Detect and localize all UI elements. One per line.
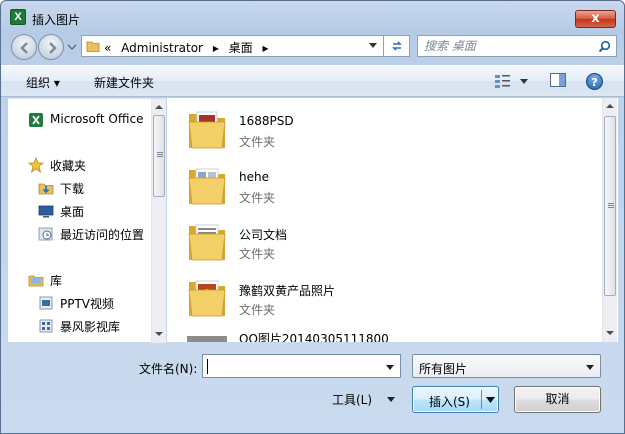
organize-button[interactable]: 组织 ▾: [26, 74, 60, 91]
scroll-up-arrow-icon[interactable]: [155, 105, 163, 109]
file-type: 文件夹: [239, 135, 276, 149]
breadcrumb-desktop[interactable]: 桌面: [229, 41, 253, 55]
split-divider: [481, 390, 482, 409]
refresh-icon: [392, 41, 402, 51]
change-view-icon[interactable]: [493, 73, 513, 89]
excel-icon: [29, 113, 43, 127]
file-list-scrollbar[interactable]: [602, 98, 617, 342]
window-title: 插入图片: [32, 13, 81, 27]
scroll-thumb[interactable]: [153, 115, 165, 197]
scroll-down-arrow-icon[interactable]: [155, 332, 163, 336]
image-thumbnail: [187, 336, 227, 342]
file-name: 公司文档: [239, 228, 288, 242]
list-item[interactable]: OO图片20140305111800: [187, 330, 567, 342]
tools-button[interactable]: 工具(L): [332, 391, 372, 408]
nav-item-label: PPTV视频: [60, 297, 115, 311]
list-item[interactable]: 公司文档 文件夹: [187, 218, 567, 270]
star-icon: [28, 157, 44, 173]
refresh-button[interactable]: [384, 35, 410, 57]
search-icon[interactable]: [598, 40, 611, 53]
file-type-select[interactable]: 所有图片: [412, 354, 601, 378]
folder-thumbnail-icon: [188, 111, 226, 149]
folder-thumbnail-icon: [188, 224, 226, 261]
file-type: 文件夹: [239, 303, 276, 317]
title-bar: X 插入图片 x: [1, 1, 624, 31]
forward-button[interactable]: [38, 34, 64, 60]
file-name: OO图片20140305111800: [239, 332, 389, 342]
list-item[interactable]: 豫鹤双黄产品照片 文件夹: [187, 274, 567, 326]
breadcrumb-separator[interactable]: ▸: [213, 41, 219, 55]
recent-places-icon: [38, 227, 53, 241]
list-item[interactable]: hehe 文件夹: [187, 162, 567, 214]
video-library-icon: [39, 296, 53, 310]
scroll-grip: [608, 203, 614, 204]
nav-item-label: 暴风影视库: [60, 320, 121, 334]
scroll-thumb[interactable]: [604, 116, 616, 296]
desktop-icon: [38, 205, 54, 218]
address-dropdown-icon[interactable]: [369, 43, 377, 49]
filename-input[interactable]: [206, 358, 381, 374]
file-type-value: 所有图片: [419, 362, 468, 376]
back-arrow-icon: [20, 42, 28, 54]
search-input[interactable]: [424, 38, 594, 54]
nav-item-label: Microsoft Office: [50, 112, 144, 126]
chevron-down-icon[interactable]: [386, 365, 394, 370]
media-library-icon: [39, 319, 53, 333]
insert-button-label: 插入(S): [429, 395, 470, 409]
file-type: 文件夹: [239, 191, 276, 205]
nav-item-label: 最近访问的位置: [60, 228, 145, 242]
scroll-down-arrow-icon[interactable]: [606, 331, 614, 335]
help-icon[interactable]: ?: [586, 73, 603, 90]
file-name: hehe: [239, 170, 269, 184]
insert-options-dropdown-icon[interactable]: [486, 397, 495, 403]
view-options-dropdown-icon[interactable]: [520, 79, 528, 85]
folder-thumbnail-icon: [188, 168, 226, 205]
breadcrumb-overflow[interactable]: «: [104, 41, 111, 55]
nav-item-label: 下载: [60, 182, 85, 196]
breadcrumb-separator[interactable]: ▸: [263, 41, 269, 55]
library-icon: [28, 275, 44, 287]
tools-dropdown-icon[interactable]: [387, 397, 395, 402]
preview-pane-button[interactable]: [550, 73, 566, 87]
close-button[interactable]: x: [575, 10, 616, 28]
breadcrumb-administrator[interactable]: Administrator: [121, 41, 203, 55]
nav-item-label: 桌面: [60, 205, 85, 219]
filename-field[interactable]: [202, 354, 401, 378]
filename-label: 文件名(N):: [139, 362, 198, 376]
command-bar: 组织 ▾ 新建文件夹 ?: [1, 65, 624, 97]
scroll-up-arrow-icon[interactable]: [606, 104, 614, 108]
download-folder-icon: [38, 183, 54, 195]
text-caret: [207, 359, 208, 374]
file-name: 1688PSD: [239, 114, 294, 128]
navigation-pane: Microsoft Office 收藏夹 下载 桌面 最近访问的位置 库 PPT…: [8, 98, 166, 343]
folder-thumbnail-icon: [188, 280, 226, 317]
file-list: 1688PSD 文件夹 hehe 文件夹 公司文档 文件夹 豫鹤双黄产品照片 文…: [167, 98, 618, 342]
search-box[interactable]: [417, 35, 617, 57]
chevron-down-icon: [586, 365, 594, 370]
insert-button[interactable]: 插入(S): [412, 386, 499, 413]
nav-item-label: 库: [50, 274, 63, 288]
cancel-button[interactable]: 取消: [514, 386, 601, 413]
folder-icon: [86, 41, 100, 52]
insert-picture-dialog: X 插入图片 x « Administrator ▸ 桌面 ▸ 搜索 桌面 组织…: [0, 0, 625, 434]
nav-item-label: 收藏夹: [50, 159, 87, 173]
breadcrumb: « Administrator ▸ 桌面 ▸: [104, 39, 275, 56]
back-button[interactable]: [11, 34, 37, 60]
scroll-grip: [157, 152, 163, 153]
new-folder-button[interactable]: 新建文件夹: [94, 74, 154, 91]
file-type: 文件夹: [239, 247, 276, 261]
file-name: 豫鹤双黄产品照片: [239, 284, 336, 298]
recent-pages-dropdown-icon[interactable]: [67, 43, 77, 51]
address-bar[interactable]: « Administrator ▸ 桌面 ▸: [81, 35, 384, 57]
forward-arrow-icon: [49, 42, 57, 54]
excel-app-icon: X: [10, 9, 26, 25]
list-item[interactable]: 1688PSD 文件夹: [187, 106, 567, 158]
navigation-scrollbar[interactable]: [151, 99, 166, 343]
